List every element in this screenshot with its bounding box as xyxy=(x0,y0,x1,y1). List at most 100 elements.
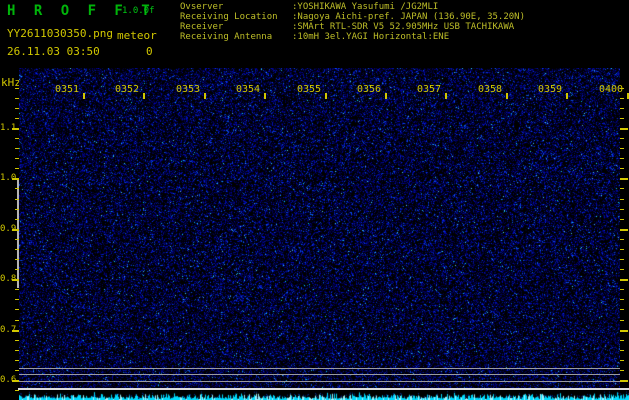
observation-datetime: 26.11.03 03:50 xyxy=(7,45,100,58)
freq-tick xyxy=(15,299,19,300)
meteor-count: 0 xyxy=(146,45,153,58)
freq-tick xyxy=(620,178,628,180)
freq-tick xyxy=(620,340,624,341)
time-label: 0353 xyxy=(176,84,201,95)
station-info-label: Receiver xyxy=(180,22,224,32)
app-version: 1.0.0f xyxy=(122,6,155,16)
freq-tick xyxy=(620,350,624,351)
freq-tick xyxy=(620,370,624,371)
reference-line xyxy=(19,381,620,382)
freq-tick xyxy=(15,158,19,159)
station-info-value: :Nagoya Aichi-pref. JAPAN (136.90E, 35.2… xyxy=(292,12,525,22)
time-label: 0352 xyxy=(115,84,140,95)
freq-tick xyxy=(15,118,19,119)
freq-tick xyxy=(15,138,19,139)
freq-tick xyxy=(15,320,19,321)
freq-tick xyxy=(620,108,624,109)
freq-tick xyxy=(15,249,19,250)
reference-line xyxy=(19,368,620,369)
time-tick xyxy=(83,93,85,99)
freq-tick xyxy=(620,98,624,99)
freq-tick-label: 1.1 xyxy=(0,123,17,133)
freq-tick xyxy=(620,269,624,270)
station-info-label: Receiving Antenna xyxy=(180,32,273,42)
freq-tick xyxy=(620,188,624,189)
time-label: 0357 xyxy=(417,84,442,95)
station-info-label: Ovserver xyxy=(180,2,224,12)
time-tick xyxy=(445,93,447,99)
freq-tick xyxy=(620,148,624,149)
time-label: 0356 xyxy=(357,84,382,95)
hrofft-window: H R O F F T 1.0.0f YY2611030350.png mete… xyxy=(0,0,629,400)
freq-tick xyxy=(620,118,624,119)
freq-tick xyxy=(15,88,19,89)
freq-tick xyxy=(620,380,628,382)
reference-line xyxy=(19,374,620,375)
station-info-value: :10mH 3el.YAGI Horizontal:ENE xyxy=(292,32,450,42)
time-label: 0354 xyxy=(236,84,261,95)
station-info-value: :SMArt RTL-SDR V5 52.905MHz USB TACHIKAW… xyxy=(292,22,515,32)
freq-tick xyxy=(620,158,624,159)
freq-tick xyxy=(620,249,624,250)
freq-tick xyxy=(620,309,624,310)
station-info-row: Receiving Antenna :10mH 3el.YAGI Horizont… xyxy=(180,32,525,42)
freq-tick xyxy=(620,219,624,220)
freq-tick-label: 0.6 xyxy=(0,375,17,385)
freq-tick xyxy=(15,340,19,341)
freq-tick xyxy=(620,289,624,290)
freq-tick xyxy=(620,239,624,240)
freq-tick xyxy=(15,188,19,189)
freq-tick xyxy=(15,98,19,99)
freq-tick xyxy=(15,219,19,220)
freq-tick xyxy=(15,259,19,260)
freq-tick xyxy=(620,209,624,210)
freq-tick xyxy=(15,148,19,149)
time-tick xyxy=(204,93,206,99)
freq-tick xyxy=(15,239,19,240)
time-tick xyxy=(566,93,568,99)
freq-tick xyxy=(15,199,19,200)
time-label: 0351 xyxy=(55,84,80,95)
freq-tick xyxy=(15,360,19,361)
time-tick xyxy=(506,93,508,99)
freq-tick xyxy=(620,299,624,300)
station-info-row: Ovserver :YOSHIKAWA Yasufumi /JG2MLI xyxy=(180,2,525,12)
station-info-label: Receiving Location xyxy=(180,12,278,22)
time-tick xyxy=(143,93,145,99)
time-tick xyxy=(385,93,387,99)
time-tick xyxy=(264,93,266,99)
signal-level-canvas xyxy=(19,390,629,400)
freq-tick xyxy=(620,259,624,260)
freq-tick xyxy=(15,309,19,310)
time-tick xyxy=(325,93,327,99)
spectrogram-canvas xyxy=(19,68,620,389)
freq-tick xyxy=(620,168,624,169)
output-filename: YY2611030350.png xyxy=(7,27,113,40)
freq-tick-label: 0.8 xyxy=(0,274,17,284)
freq-tick xyxy=(620,128,628,130)
freq-tick-label: 0.7 xyxy=(0,325,17,335)
freq-tick xyxy=(15,370,19,371)
freq-tick xyxy=(620,360,624,361)
freq-tick xyxy=(620,330,628,332)
freq-tick xyxy=(15,289,19,290)
time-label: 0359 xyxy=(538,84,563,95)
freq-tick xyxy=(620,320,624,321)
freq-tick xyxy=(620,279,628,281)
freq-tick xyxy=(620,229,628,231)
calibration-bar xyxy=(17,178,19,288)
freq-tick xyxy=(15,108,19,109)
freq-tick xyxy=(620,199,624,200)
freq-tick xyxy=(15,269,19,270)
station-info: Ovserver:YOSHIKAWA Yasufumi /JG2MLI Recei… xyxy=(180,2,525,42)
freq-tick-label: 1.0 xyxy=(0,173,17,183)
time-label: 0355 xyxy=(297,84,322,95)
station-info-value: :YOSHIKAWA Yasufumi /JG2MLI xyxy=(292,2,439,12)
station-info-row: Receiving Location :Nagoya Aichi-pref. JA… xyxy=(180,12,525,22)
station-info-row: Receiver :SMArt RTL-SDR V5 52.905MHz USB … xyxy=(180,22,525,32)
observation-mode: meteor xyxy=(117,29,157,42)
time-label: 0400 xyxy=(599,84,624,95)
freq-tick xyxy=(15,168,19,169)
time-label: 0358 xyxy=(478,84,503,95)
freq-tick xyxy=(620,138,624,139)
